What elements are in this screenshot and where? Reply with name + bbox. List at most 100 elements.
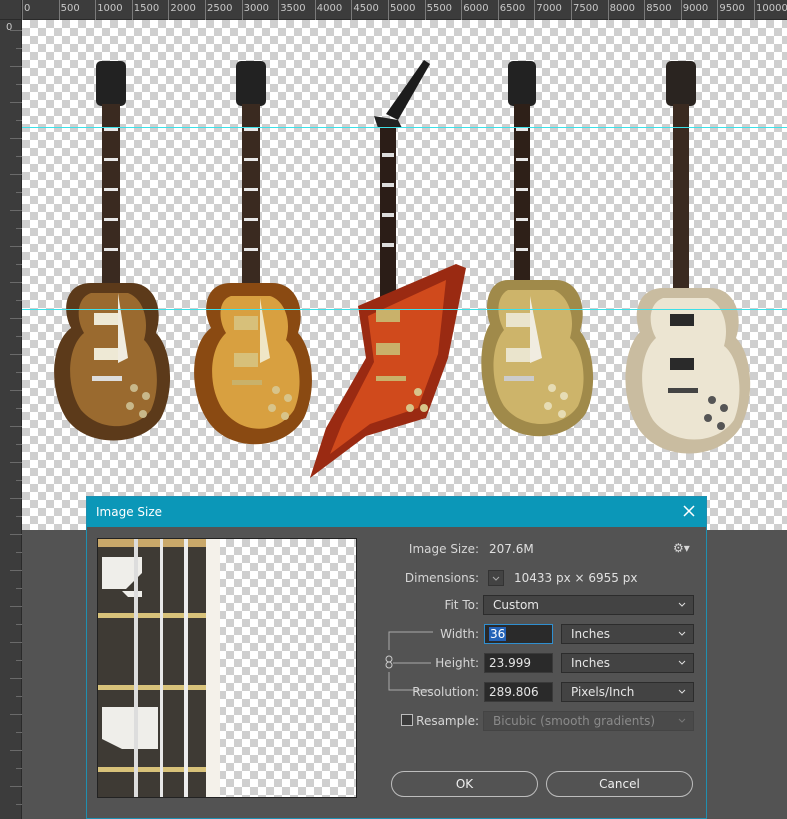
- guitar-les-paul-goldtop: [481, 61, 594, 437]
- height-unit-select[interactable]: Inches: [561, 653, 694, 673]
- ruler-tick: [10, 354, 22, 355]
- ruler-tick: [10, 66, 22, 67]
- dimensions-value: 10433 px × 6955 px: [514, 571, 638, 585]
- resolution-unit-select[interactable]: Pixels/Inch: [561, 682, 694, 702]
- chevron-down-icon: [492, 576, 500, 581]
- chevron-down-icon: [678, 631, 686, 636]
- guitar-les-paul-cream: [625, 61, 751, 454]
- ruler-tick: [241, 0, 243, 20]
- image-size-dialog: Image Size Image Size: 207.6M ⚙▾ Dimensi…: [86, 496, 707, 819]
- cancel-button[interactable]: Cancel: [546, 771, 693, 797]
- ruler-tick: [16, 696, 22, 697]
- height-input[interactable]: 23.999: [484, 653, 553, 673]
- ruler-tick: [424, 0, 426, 20]
- ruler-tick-label: 6000: [463, 3, 489, 14]
- ruler-tick: [10, 102, 22, 103]
- ruler-tick: [10, 786, 22, 787]
- ruler-tick: [131, 0, 133, 20]
- ruler-tick: [644, 0, 646, 20]
- ruler-tick-label: 3000: [243, 3, 270, 14]
- ruler-tick: [10, 426, 22, 427]
- ruler-tick: [10, 138, 22, 139]
- ruler-tick-label: 7500: [573, 3, 599, 14]
- ruler-corner[interactable]: 0: [0, 0, 22, 33]
- ruler-tick: [10, 498, 22, 499]
- ruler-tick: [10, 534, 22, 535]
- ruler-tick-label: 9000: [682, 3, 709, 14]
- ruler-tick: [16, 804, 22, 805]
- ruler-tick: [10, 318, 22, 319]
- ruler-tick-label: 3500: [280, 3, 306, 14]
- width-unit-select[interactable]: Inches: [561, 624, 694, 644]
- ruler-tick-label: 1500: [133, 3, 160, 14]
- horizontal-guide[interactable]: [22, 309, 787, 310]
- ruler-tick-label: 4500: [353, 3, 379, 14]
- ruler-tick: [16, 660, 22, 661]
- ruler-tick-label: 9500: [719, 3, 745, 14]
- dimensions-unit-dropdown[interactable]: [488, 570, 504, 586]
- dialog-title-bar[interactable]: Image Size: [87, 497, 706, 527]
- height-label: Height:: [435, 656, 479, 670]
- ok-button[interactable]: OK: [391, 771, 538, 797]
- ruler-tick: [388, 0, 389, 20]
- ruler-tick-label: 8500: [646, 3, 672, 14]
- resolution-input[interactable]: 289.806: [484, 682, 553, 702]
- fit-to-select[interactable]: Custom: [483, 595, 694, 615]
- ruler-tick: [571, 0, 572, 20]
- ruler-tick: [16, 768, 22, 769]
- ruler-tick: [22, 0, 23, 20]
- ruler-tick-label: 1000: [97, 3, 123, 14]
- ruler-tick: [351, 0, 353, 20]
- width-label: Width:: [440, 627, 479, 641]
- ruler-left-origin: 0: [6, 22, 13, 33]
- ruler-tick: [10, 570, 22, 571]
- ruler-tick-label: 2000: [170, 3, 196, 14]
- fit-to-label: Fit To:: [444, 598, 479, 612]
- ruler-tick: [95, 0, 97, 20]
- ruler-tick: [10, 606, 22, 607]
- ruler-tick-label: 8000: [609, 3, 636, 14]
- ruler-tick: [10, 642, 22, 643]
- resample-label: Resample:: [416, 714, 479, 728]
- ruler-tick: [10, 210, 22, 211]
- ruler-tick: [10, 462, 22, 463]
- ruler-tick: [10, 714, 22, 715]
- image-preview[interactable]: [97, 538, 357, 798]
- ruler-tick: [16, 732, 22, 733]
- ruler-tick: [680, 0, 682, 20]
- ruler-tick-label: 500: [60, 3, 80, 14]
- ruler-tick: [717, 0, 719, 20]
- width-input[interactable]: 36: [484, 624, 553, 644]
- ruler-tick: [168, 0, 170, 20]
- guitar-les-paul-tobacco: [54, 61, 171, 441]
- ruler-tick: [314, 0, 316, 20]
- ruler-left[interactable]: [0, 20, 22, 819]
- gear-icon[interactable]: ⚙▾: [673, 541, 690, 555]
- resolution-label: Resolution:: [412, 685, 479, 699]
- ruler-tick: [10, 246, 22, 247]
- chevron-down-icon: [678, 689, 686, 694]
- ruler-tick: [754, 0, 755, 20]
- resample-method-select[interactable]: Bicubic (smooth gradients): [483, 711, 694, 731]
- ruler-tick: [10, 678, 22, 679]
- ruler-tick: [16, 552, 22, 553]
- fit-to-value: Custom: [493, 598, 539, 612]
- ruler-tick: [10, 282, 22, 283]
- chevron-down-icon: [678, 660, 686, 665]
- guitar-les-paul-sunburst: [194, 61, 312, 445]
- close-icon[interactable]: [682, 497, 696, 527]
- ruler-tick: [278, 0, 280, 20]
- ruler-tick: [534, 0, 536, 20]
- ruler-tick: [461, 0, 463, 20]
- ruler-tick-label: 2500: [207, 3, 233, 14]
- dialog-title: Image Size: [96, 505, 163, 519]
- guitar-explorer-red: [310, 60, 466, 478]
- ruler-tick: [16, 624, 22, 625]
- ruler-top[interactable]: 0 500 1000 1500 2000 2500 3000 3500 4000 4500 5000…: [0, 0, 787, 20]
- ruler-tick: [607, 0, 609, 20]
- ruler-tick: [497, 0, 499, 20]
- ruler-tick: [10, 750, 22, 751]
- ruler-tick-label: 4000: [316, 3, 343, 14]
- ruler-tick: [58, 0, 60, 20]
- horizontal-guide[interactable]: [22, 127, 787, 128]
